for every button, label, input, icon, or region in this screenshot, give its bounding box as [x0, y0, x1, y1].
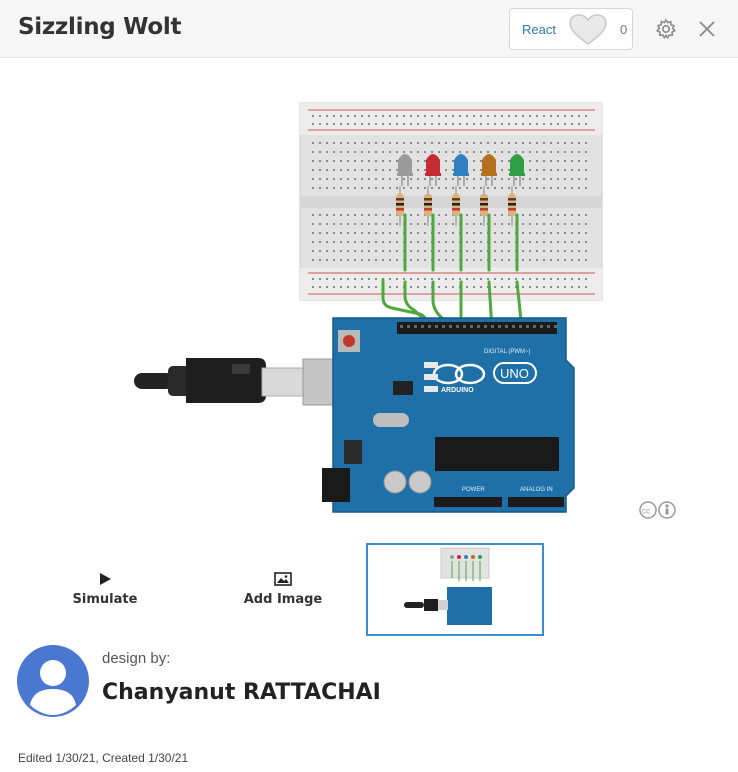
edit-dates: Edited 1/30/21, Created 1/30/21	[18, 751, 189, 765]
react-button[interactable]: React 0	[509, 8, 633, 50]
gear-icon	[655, 18, 677, 40]
close-icon	[699, 21, 715, 37]
header-pin	[456, 325, 459, 328]
analog-label: ANALOG IN	[520, 487, 553, 493]
header-pin	[470, 325, 473, 328]
settings-button[interactable]	[655, 18, 677, 45]
header-pin	[533, 325, 536, 328]
close-button[interactable]	[697, 19, 717, 44]
page-title: Sizzling Wolt	[18, 14, 182, 40]
license-badge: cc	[638, 500, 680, 525]
header-pin	[505, 325, 508, 328]
header-pin	[540, 325, 543, 328]
simulate-button[interactable]: Simulate	[68, 572, 142, 607]
header-pin	[449, 325, 452, 328]
add-image-button[interactable]: Add Image	[236, 572, 330, 607]
svg-text:cc: cc	[642, 507, 650, 516]
avatar[interactable]	[17, 645, 89, 722]
header-pin	[428, 325, 431, 328]
add-image-label: Add Image	[243, 592, 323, 607]
author-name[interactable]: Chanyanut RATTACHAI	[102, 680, 381, 705]
design-by-label: design by:	[102, 650, 171, 667]
image-icon	[274, 572, 292, 586]
header-pin	[442, 325, 445, 328]
header-pin	[421, 325, 424, 328]
usb-cable	[134, 358, 360, 406]
header-pin	[547, 325, 550, 328]
header-pin	[477, 325, 480, 328]
simulate-label: Simulate	[72, 592, 138, 607]
header-pin	[519, 325, 522, 328]
breadboard	[299, 102, 603, 301]
header-pin	[484, 325, 487, 328]
header-pin	[526, 325, 529, 328]
board-model: UNO	[500, 366, 529, 381]
power-label: POWER	[462, 487, 485, 493]
header-pin	[512, 325, 515, 328]
header-pin	[407, 325, 410, 328]
play-icon	[100, 573, 111, 585]
react-label: React	[522, 22, 556, 37]
heart-icon	[569, 14, 607, 45]
board-brand: ARDUINO	[441, 387, 474, 394]
header-pin	[554, 325, 557, 328]
arduino-board: DIGITAL (PWM~) ARDUINO UNO POWER ANALOG …	[322, 317, 575, 513]
react-count: 0	[620, 22, 628, 37]
digital-header-label: DIGITAL (PWM~)	[484, 349, 531, 355]
header-pin	[463, 325, 466, 328]
cc-by-icon: cc	[639, 501, 676, 519]
header-pin	[491, 325, 494, 328]
header-pin	[414, 325, 417, 328]
design-thumbnail[interactable]	[366, 543, 544, 636]
user-avatar-icon	[17, 645, 89, 717]
circuit-view[interactable]: DIGITAL (PWM~) ARDUINO UNO POWER ANALOG …	[0, 58, 738, 583]
thumbnail-image	[404, 547, 492, 625]
header-pin	[435, 325, 438, 328]
header-pin	[400, 325, 403, 328]
header-bar: Sizzling Wolt React 0	[0, 0, 738, 58]
header-pin	[498, 325, 501, 328]
